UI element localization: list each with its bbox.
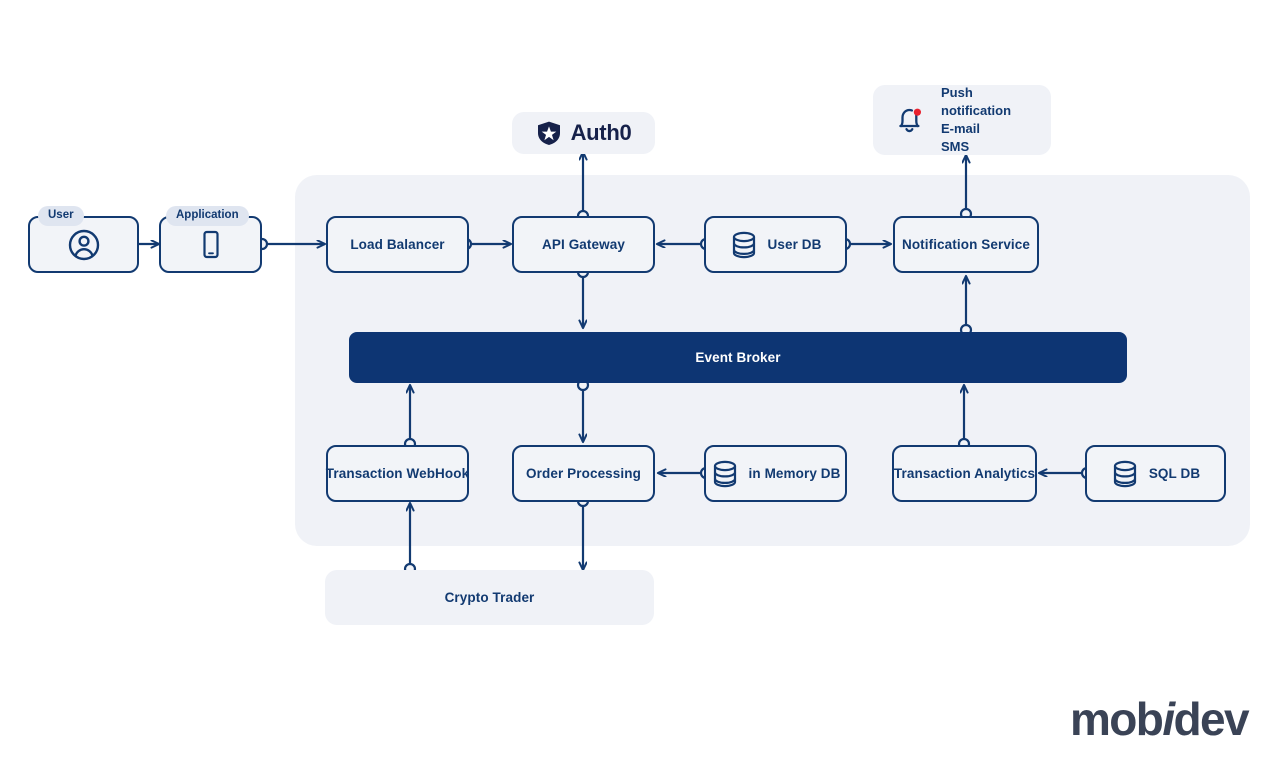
user-db-node[interactable]: User DB xyxy=(704,216,847,273)
notification-service-label: Notification Service xyxy=(901,237,1031,252)
mobidev-logo: mobidev xyxy=(1070,693,1250,745)
logo-part-three: dev xyxy=(1173,693,1250,745)
order-processing-label: Order Processing xyxy=(526,466,641,481)
event-broker-node[interactable]: Event Broker xyxy=(349,332,1127,383)
notification-channel-list: Push notification E-mail SMS xyxy=(941,84,1033,156)
sql-db-label: SQL DB xyxy=(1148,466,1201,481)
database-icon xyxy=(711,459,739,489)
load-balancer-node[interactable]: Load Balancer xyxy=(326,216,469,273)
in-memory-db-node[interactable]: in Memory DB xyxy=(704,445,847,502)
sql-db-node[interactable]: SQL DB xyxy=(1085,445,1226,502)
transaction-analytics-label: Transaction Analytics xyxy=(893,466,1036,481)
notification-channel-item: E-mail xyxy=(941,121,981,136)
transaction-webhook-label: Transaction WebHook xyxy=(325,466,470,481)
user-avatar-icon xyxy=(67,228,101,262)
database-icon xyxy=(730,230,758,260)
database-icon xyxy=(1111,459,1139,489)
bell-notification-icon xyxy=(891,102,927,138)
notification-channel-item: Push notification xyxy=(941,85,1012,118)
auth0-label: Auth0 xyxy=(570,120,632,145)
user-pill-label: User xyxy=(38,206,84,227)
load-balancer-label: Load Balancer xyxy=(350,237,445,252)
in-memory-db-label: in Memory DB xyxy=(748,466,841,481)
mobile-phone-icon xyxy=(200,229,222,261)
application-pill-label: Application xyxy=(166,206,249,227)
architecture-diagram-canvas: User Application Auth0 Push notification… xyxy=(0,0,1280,758)
crypto-trader-label: Crypto Trader xyxy=(444,590,535,605)
transaction-webhook-node[interactable]: Transaction WebHook xyxy=(326,445,469,502)
user-db-label: User DB xyxy=(767,237,822,252)
notification-channel-item: SMS xyxy=(941,139,970,154)
event-broker-label: Event Broker xyxy=(695,350,781,365)
auth0-node[interactable]: Auth0 xyxy=(512,112,655,154)
crypto-trader-node[interactable]: Crypto Trader xyxy=(325,570,654,625)
transaction-analytics-node[interactable]: Transaction Analytics xyxy=(892,445,1037,502)
notification-channels-node[interactable]: Push notification E-mail SMS xyxy=(873,85,1051,155)
logo-part-italic-i: i xyxy=(1162,693,1175,745)
order-processing-node[interactable]: Order Processing xyxy=(512,445,655,502)
api-gateway-label: API Gateway xyxy=(542,237,625,252)
logo-part-one: mob xyxy=(1070,693,1164,745)
api-gateway-node[interactable]: API Gateway xyxy=(512,216,655,273)
auth0-shield-icon xyxy=(536,120,562,146)
notification-service-node[interactable]: Notification Service xyxy=(893,216,1039,273)
